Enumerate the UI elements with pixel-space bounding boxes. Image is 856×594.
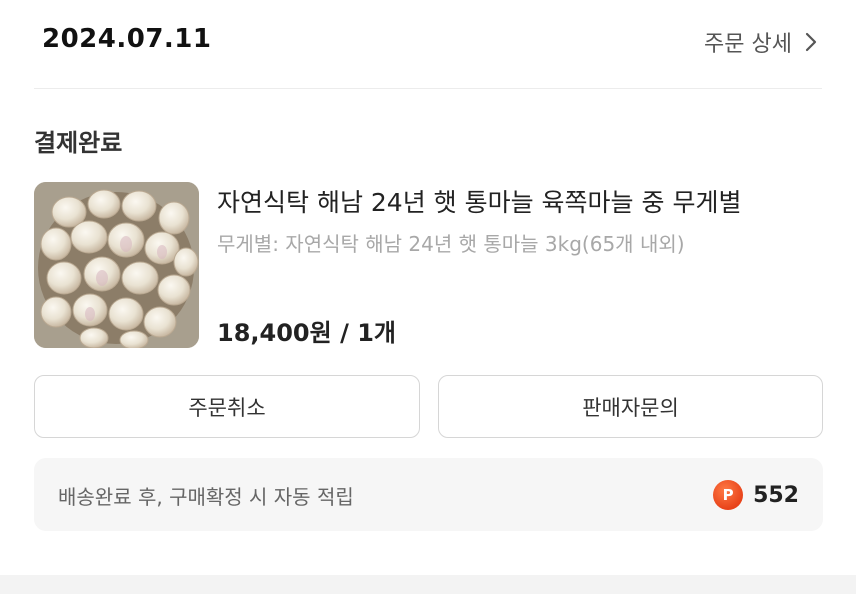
garlic-photo-icon [34, 182, 199, 348]
order-date: 2024.07.11 [42, 24, 212, 54]
product-name[interactable]: 자연식탁 해남 24년 햇 통마늘 육쪽마늘 중 무게별 [217, 183, 741, 219]
reward-points-value: 552 [753, 482, 799, 508]
order-status: 결제완료 [34, 129, 123, 157]
seller-inquiry-button[interactable]: 판매자문의 [438, 375, 823, 438]
product-option: 무게별: 자연식탁 해남 24년 햇 통마늘 3kg(65개 내외) [217, 232, 685, 256]
reward-points-value-group: P 552 [713, 480, 799, 510]
price-separator: / [340, 319, 349, 347]
section-separator [0, 575, 856, 594]
header-divider [34, 88, 822, 89]
product-quantity: 1개 [357, 319, 396, 347]
product-price: 18,400원 [217, 319, 332, 347]
product-price-row: 18,400원 / 1개 [217, 313, 396, 348]
product-thumbnail[interactable] [34, 182, 199, 348]
point-icon: P [713, 480, 744, 510]
seller-inquiry-label: 판매자문의 [582, 395, 679, 420]
order-detail-label: 주문 상세 [704, 32, 792, 57]
cancel-order-button[interactable]: 주문취소 [34, 375, 420, 438]
cancel-order-label: 주문취소 [188, 395, 266, 420]
reward-points-message: 배송완료 후, 구매확정 시 자동 적립 [58, 485, 354, 509]
chevron-right-icon [805, 32, 817, 52]
reward-points-box: 배송완료 후, 구매확정 시 자동 적립 P 552 [34, 458, 823, 531]
order-detail-link[interactable]: 주문 상세 [704, 26, 818, 58]
